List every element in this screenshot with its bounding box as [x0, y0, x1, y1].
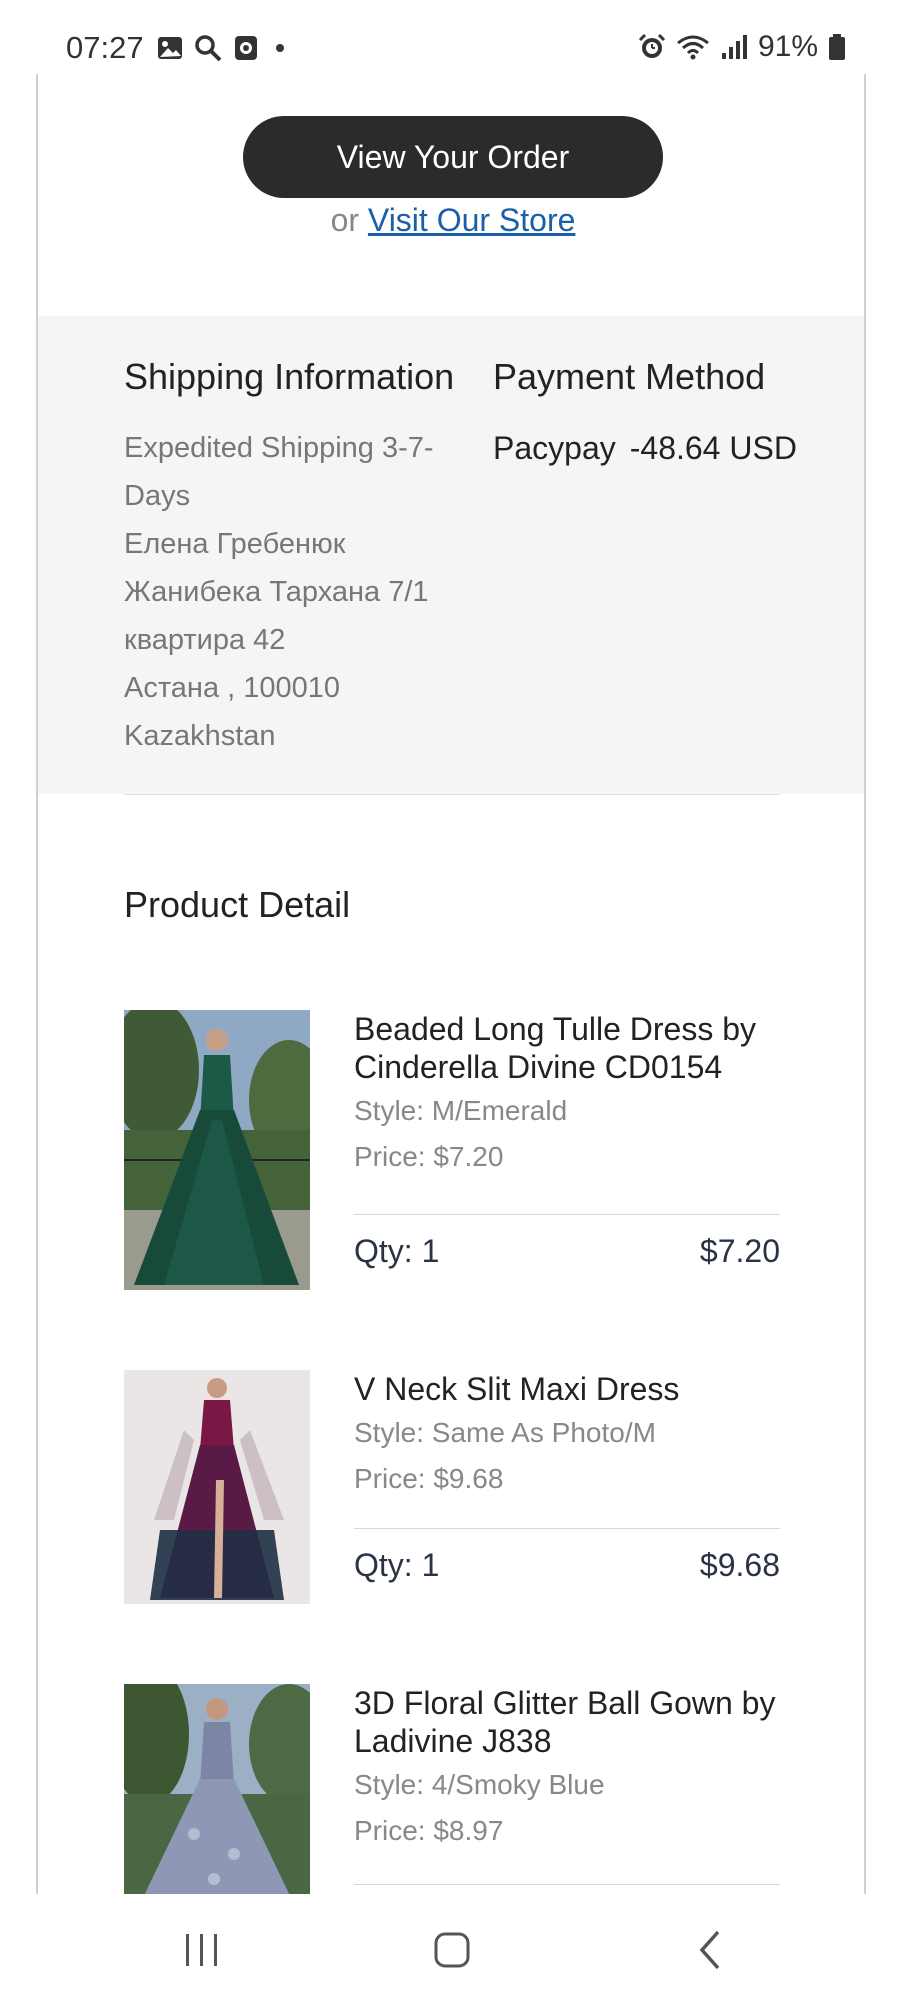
product-price: Price: $8.97	[354, 1815, 504, 1846]
shipping-street: Жанибека Тархана 7/1	[124, 576, 429, 608]
or-text: or	[330, 202, 360, 238]
product-item: Beaded Long Tulle Dress by Cinderella Di…	[124, 1010, 780, 1290]
signal-icon	[720, 33, 748, 61]
product-name[interactable]: V Neck Slit Maxi Dress	[354, 1370, 780, 1408]
shipping-title: Shipping Information	[124, 356, 455, 397]
status-time: 07:27	[66, 30, 144, 65]
product-image[interactable]	[124, 1010, 310, 1290]
order-info-panel: Shipping Information Payment Method Expe…	[38, 316, 864, 794]
shipping-method: Expedited Shipping 3-7-Days	[124, 432, 434, 512]
product-qty-row: Qty: 1 $9.68	[354, 1528, 780, 1604]
product-qty-row: Qty: 1 $7.20	[354, 1214, 780, 1290]
visit-store-link[interactable]: Visit Our Store	[368, 202, 575, 238]
product-qty-row	[354, 1884, 780, 1894]
product-name[interactable]: 3D Floral Glitter Ball Gown by Ladivine …	[354, 1684, 780, 1760]
status-right-icons: 91%	[638, 30, 846, 64]
shipping-address: Expedited Shipping 3-7-Days Елена Гребен…	[124, 424, 474, 760]
product-info: Beaded Long Tulle Dress by Cinderella Di…	[354, 1010, 780, 1180]
product-style: Style: Same As Photo/M	[354, 1417, 656, 1448]
product-image[interactable]	[124, 1684, 310, 1894]
product-item: V Neck Slit Maxi Dress Style: Same As Ph…	[124, 1370, 780, 1604]
battery-icon	[828, 33, 846, 61]
shipping-name: Елена Гребенюк	[124, 528, 346, 560]
payment-amount: -48.64 USD	[629, 430, 797, 466]
product-info: V Neck Slit Maxi Dress Style: Same As Ph…	[354, 1370, 780, 1502]
product-detail-title: Product Detail	[124, 884, 351, 925]
visit-store-line: or Visit Our Store	[38, 202, 864, 239]
email-body: View Your Order or Visit Our Store Shipp…	[36, 74, 866, 1894]
product-info: 3D Floral Glitter Ball Gown by Ladivine …	[354, 1684, 780, 1854]
shipping-country: Kazakhstan	[124, 720, 276, 752]
status-left-icons	[156, 34, 290, 62]
home-icon[interactable]	[422, 1928, 482, 1972]
alarm-icon	[638, 33, 666, 61]
recent-apps-icon[interactable]	[172, 1928, 232, 1972]
product-style: Style: M/Emerald	[354, 1095, 568, 1126]
shipping-city: Астана , 100010	[124, 672, 341, 704]
section-divider	[124, 794, 780, 795]
search-icon	[194, 34, 222, 62]
product-total: $9.68	[699, 1547, 780, 1583]
payment-method-name: Pacypay	[493, 430, 616, 466]
payment-title: Payment Method	[493, 356, 766, 397]
product-total: $7.20	[699, 1233, 780, 1269]
screen-record-icon	[232, 34, 260, 62]
view-order-button[interactable]: View Your Order	[243, 116, 663, 198]
back-icon[interactable]	[680, 1928, 740, 1972]
product-price: Price: $9.68	[354, 1463, 504, 1494]
shipping-apartment: квартира 42	[124, 624, 286, 656]
payment-details: Pacypay -48.64 USD	[493, 424, 797, 472]
image-icon	[156, 34, 184, 62]
product-image[interactable]	[124, 1370, 310, 1604]
product-name[interactable]: Beaded Long Tulle Dress by Cinderella Di…	[354, 1010, 780, 1086]
status-bar: 07:27 91%	[0, 0, 900, 74]
navigation-bar	[0, 1898, 900, 2000]
product-qty: Qty: 1	[354, 1233, 440, 1269]
product-item: 3D Floral Glitter Ball Gown by Ladivine …	[124, 1684, 780, 1894]
product-style: Style: 4/Smoky Blue	[354, 1769, 605, 1800]
dot-icon	[270, 34, 290, 62]
wifi-icon	[676, 33, 710, 61]
product-price: Price: $7.20	[354, 1141, 504, 1172]
product-qty: Qty: 1	[354, 1547, 440, 1583]
battery-percent: 91%	[757, 30, 818, 63]
